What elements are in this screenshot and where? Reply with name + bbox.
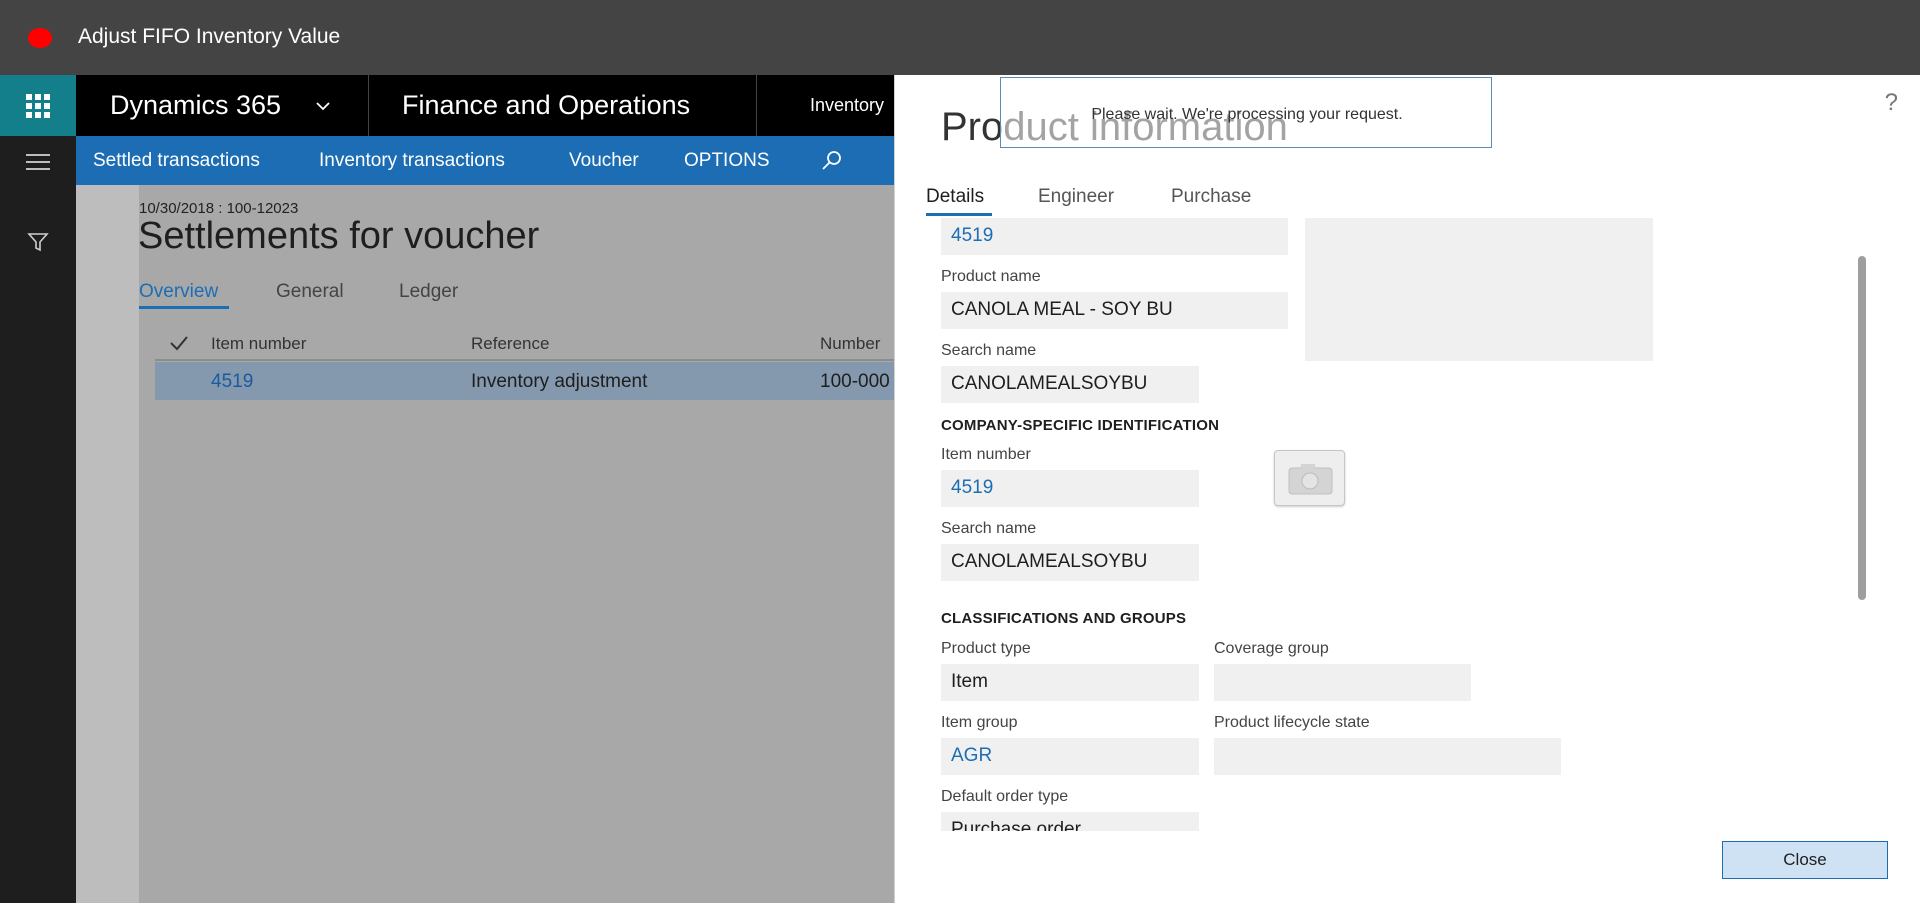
filter-icon[interactable] [27, 231, 49, 253]
select-all-checkmark-icon[interactable] [169, 334, 189, 352]
cell-number: 100-000 [820, 371, 890, 392]
product-name-label: Product name [941, 268, 1041, 285]
product-name[interactable]: Dynamics 365 [110, 90, 281, 121]
product-type-label: Product type [941, 640, 1031, 657]
nav-divider [368, 75, 369, 136]
tab-details[interactable]: Details [926, 186, 984, 208]
app-launcher-button[interactable] [0, 75, 76, 136]
nav-divider [756, 75, 757, 136]
active-tab-indicator [139, 306, 229, 309]
camera-glyph-icon [1288, 464, 1333, 495]
product-image-panel [1305, 218, 1653, 361]
search-name-field-2[interactable]: CANOLAMEALSOYBU [941, 544, 1199, 581]
default-order-type-label: Default order type [941, 788, 1069, 805]
window-title-bar: Adjust FIFO Inventory Value [0, 0, 1920, 75]
record-indicator-icon [28, 28, 52, 48]
table-row[interactable]: 4519 Inventory adjustment 100-000 [155, 362, 895, 400]
section-company-identification: COMPANY-SPECIFIC IDENTIFICATION [941, 417, 1220, 434]
grid-header: Item number Reference Number [155, 326, 895, 361]
column-header-reference[interactable]: Reference [471, 334, 549, 354]
left-navigation-rail [0, 75, 76, 903]
help-icon[interactable]: ? [1885, 89, 1898, 117]
search-name-field[interactable]: CANOLAMEALSOYBU [941, 366, 1199, 403]
voucher-button[interactable]: Voucher [569, 150, 639, 172]
close-button[interactable]: Close [1722, 841, 1888, 879]
product-type-field[interactable]: Item [941, 664, 1199, 701]
default-order-type-field[interactable]: Purchase order [941, 812, 1199, 831]
tab-ledger[interactable]: Ledger [399, 281, 458, 303]
tab-general[interactable]: General [276, 281, 344, 303]
settled-transactions-button[interactable]: Settled transactions [93, 150, 260, 172]
item-group-label: Item group [941, 714, 1018, 731]
product-number-field[interactable]: 4519 [941, 218, 1288, 255]
item-group-field[interactable]: AGR [941, 738, 1199, 775]
window-title: Adjust FIFO Inventory Value [78, 25, 341, 48]
waffle-grid-icon [26, 93, 50, 118]
processing-message: Please wait. We're processing your reque… [1091, 106, 1403, 123]
cell-item-number[interactable]: 4519 [211, 371, 253, 393]
lifecycle-state-label: Product lifecycle state [1214, 714, 1370, 731]
chevron-down-icon[interactable] [316, 99, 330, 113]
section-classifications-groups: CLASSIFICATIONS AND GROUPS [941, 610, 1187, 627]
coverage-group-field[interactable] [1214, 664, 1471, 701]
inventory-transactions-button[interactable]: Inventory transactions [319, 150, 505, 172]
search-icon[interactable] [821, 149, 843, 171]
options-tab[interactable]: OPTIONS [684, 150, 770, 172]
workspace-panel [139, 185, 899, 903]
product-information-dialog: ? Product information Please wait. We're… [894, 75, 1920, 903]
hamburger-menu-icon[interactable] [26, 154, 50, 175]
column-header-item-number[interactable]: Item number [211, 334, 306, 354]
tab-overview[interactable]: Overview [139, 281, 218, 303]
page-title: Settlements for voucher [138, 215, 540, 257]
active-tab-indicator [926, 213, 992, 216]
column-header-number[interactable]: Number [820, 334, 880, 354]
coverage-group-label: Coverage group [1214, 640, 1329, 657]
cell-reference: Inventory adjustment [471, 371, 648, 392]
camera-icon[interactable] [1274, 450, 1345, 506]
lifecycle-state-field[interactable] [1214, 738, 1561, 775]
tab-engineer[interactable]: Engineer [1038, 186, 1114, 208]
item-number-field[interactable]: 4519 [941, 470, 1199, 507]
search-name-label: Search name [941, 520, 1037, 537]
details-form: 4519 Product name CANOLA MEAL - SOY BU S… [941, 218, 1881, 831]
module-breadcrumb[interactable]: Inventory [810, 95, 884, 116]
item-number-label: Item number [941, 446, 1031, 463]
search-name-label: Search name [941, 342, 1037, 359]
processing-message-box: Please wait. We're processing your reque… [1000, 77, 1492, 148]
product-name-field[interactable]: CANOLA MEAL - SOY BU [941, 292, 1288, 329]
suite-name: Finance and Operations [402, 90, 691, 120]
tab-purchase[interactable]: Purchase [1171, 186, 1251, 208]
dialog-scrollbar[interactable] [1858, 256, 1866, 600]
